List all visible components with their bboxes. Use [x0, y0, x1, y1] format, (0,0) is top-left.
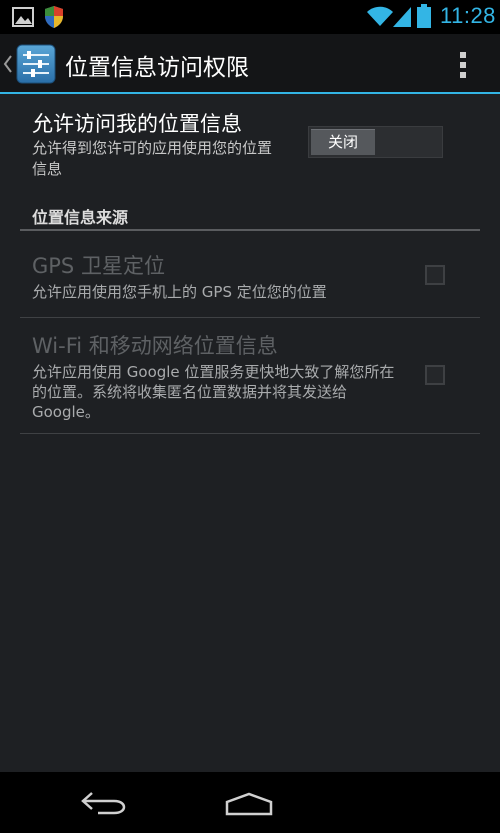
overflow-menu-icon[interactable]	[457, 50, 469, 80]
back-icon[interactable]	[80, 790, 128, 816]
category-header: 位置信息来源	[32, 208, 129, 227]
location-access-title: 允许访问我的位置信息	[32, 112, 242, 136]
category-divider	[20, 229, 480, 231]
wifi-icon	[367, 6, 393, 26]
switch-thumb: 关闭	[311, 129, 375, 155]
gps-source-row[interactable]: GPS 卫星定位 允许应用使用您手机上的 GPS 定位您的位置	[0, 250, 500, 316]
gps-checkbox[interactable]	[425, 265, 445, 285]
page-title: 位置信息访问权限	[65, 55, 249, 81]
network-location-title: Wi-Fi 和移动网络位置信息	[32, 334, 278, 358]
navigation-bar	[0, 772, 500, 833]
network-location-checkbox[interactable]	[425, 365, 445, 385]
location-access-switch[interactable]: 关闭	[308, 126, 443, 158]
settings-list: 允许访问我的位置信息 允许得到您许可的应用使用您的位置信息 关闭 位置信息来源 …	[0, 96, 500, 772]
gps-summary: 允许应用使用您手机上的 GPS 定位您的位置	[32, 283, 327, 301]
action-bar: 位置信息访问权限	[0, 34, 500, 94]
location-access-toggle-row[interactable]: 允许访问我的位置信息 允许得到您许可的应用使用您的位置信息 关闭	[0, 96, 500, 196]
row-divider	[20, 433, 480, 434]
row-divider	[20, 317, 480, 318]
status-bar: 11:28	[0, 0, 500, 34]
gps-title: GPS 卫星定位	[32, 254, 165, 278]
network-location-row[interactable]: Wi-Fi 和移动网络位置信息 允许应用使用 Google 位置服务更快地大致了…	[0, 330, 500, 434]
battery-icon	[417, 4, 431, 28]
clock: 11:28	[440, 3, 496, 28]
back-caret-icon[interactable]	[3, 54, 13, 74]
network-location-summary: 允许应用使用 Google 位置服务更快地大致了解您所在的位置。系统将收集匿名位…	[32, 363, 395, 421]
gallery-icon	[12, 7, 34, 27]
settings-sliders-icon[interactable]	[16, 44, 56, 84]
shield-icon	[45, 6, 63, 28]
location-access-summary: 允许得到您许可的应用使用您的位置信息	[32, 139, 273, 178]
cell-signal-icon	[393, 7, 411, 27]
home-icon[interactable]	[224, 792, 274, 816]
